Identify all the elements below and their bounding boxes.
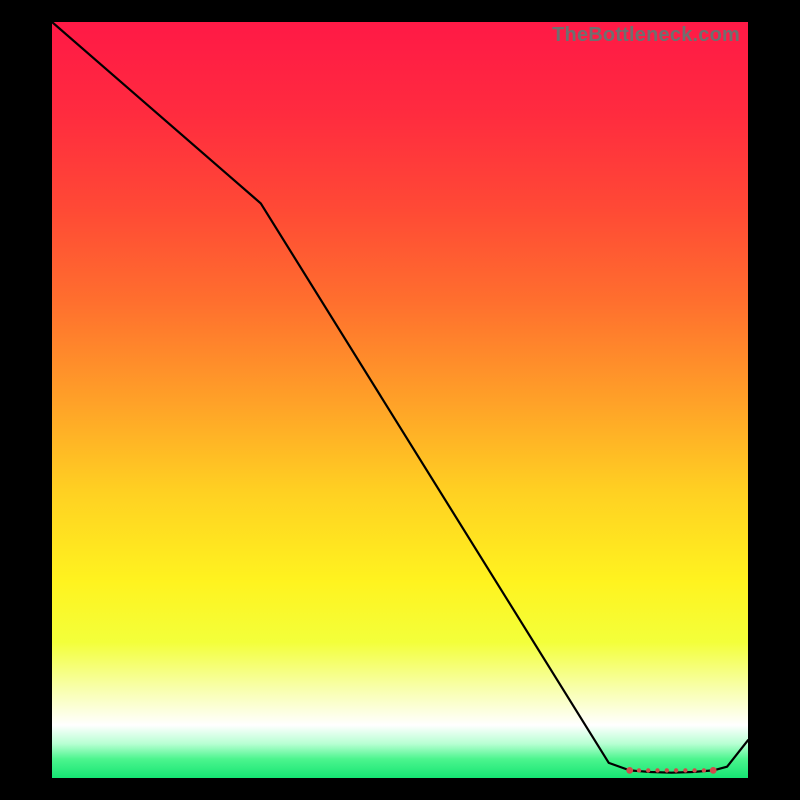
marker-dot <box>665 768 669 772</box>
chart-frame: TheBottleneck.com <box>0 0 800 800</box>
marker-dot <box>637 768 641 772</box>
marker-dot <box>646 768 650 772</box>
marker-dot <box>683 768 687 772</box>
gradient-background <box>52 22 748 778</box>
marker-dot <box>655 768 659 772</box>
marker-dot <box>626 767 633 774</box>
marker-dot <box>674 768 678 772</box>
chart-canvas <box>52 22 748 778</box>
marker-dot <box>710 767 717 774</box>
marker-dot <box>702 768 706 772</box>
plot-area: TheBottleneck.com <box>52 22 748 778</box>
watermark-label: TheBottleneck.com <box>552 24 740 47</box>
marker-dot <box>692 768 696 772</box>
